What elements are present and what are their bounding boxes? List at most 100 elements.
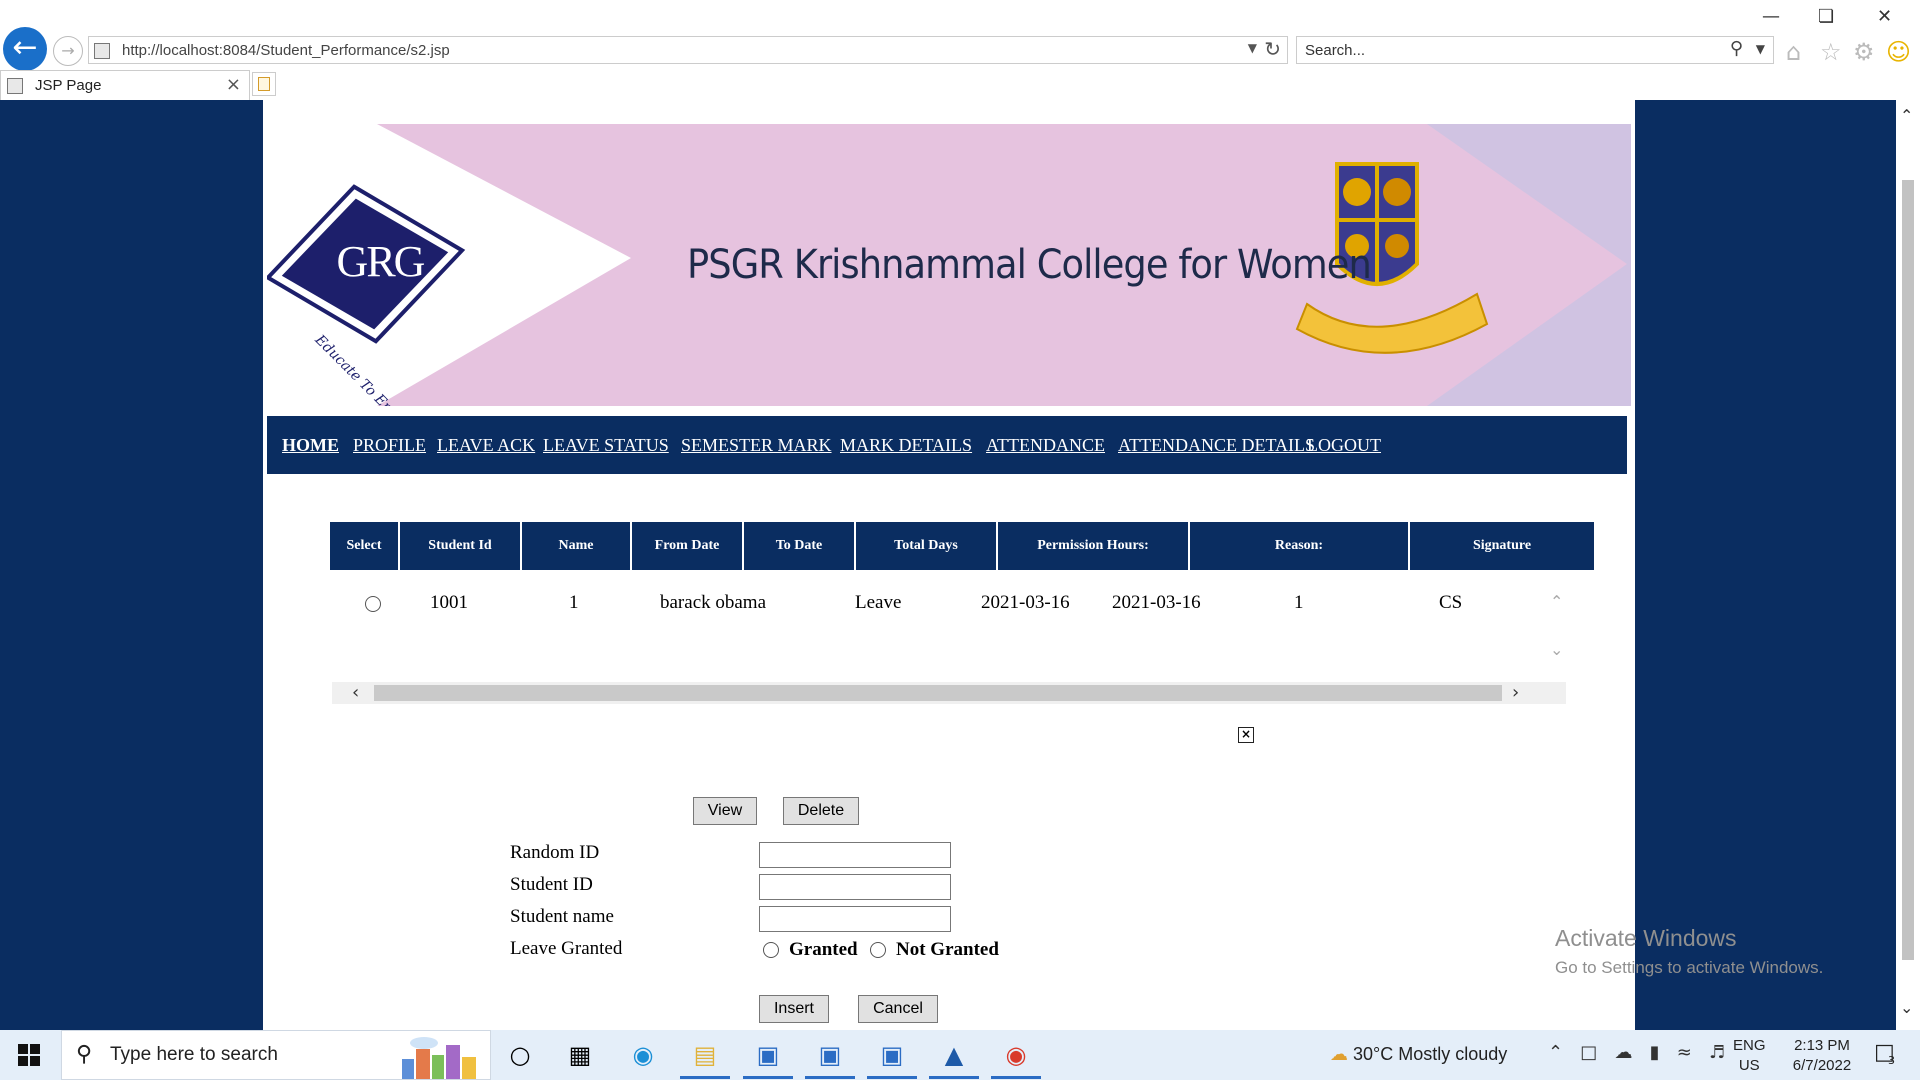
college-banner: GRG Educate To Empower PSGR Krishnammal … [267, 124, 1631, 406]
search-placeholder: Search... [1305, 42, 1366, 59]
cloud-icon: ☁ [1330, 1044, 1348, 1065]
active-app-indicator [805, 1076, 855, 1079]
chevron-down-icon[interactable]: ▼ [1756, 42, 1765, 56]
table-header-select: Select [330, 522, 398, 570]
weather-text: 30°C Mostly cloudy [1353, 1044, 1508, 1064]
scroll-up-icon[interactable]: ⌃ [1550, 592, 1563, 611]
region-code: US [1738, 1057, 1760, 1074]
back-arrow-icon[interactable]: ← [3, 27, 47, 71]
taskbar-clock[interactable]: 2:13 PM 6/7/2022 [1780, 1036, 1864, 1076]
table-cell: Leave [855, 592, 902, 613]
nav-logout[interactable]: LOGOUT [1307, 435, 1381, 456]
edge-icon[interactable]: ◉ [626, 1038, 660, 1072]
table-header-signature: Signature [1410, 522, 1594, 570]
new-tab-icon [258, 77, 270, 91]
page-scrollbar[interactable]: ⌃ ⌄ [1896, 100, 1920, 1030]
nav-mark-details[interactable]: MARK DETAILS [840, 435, 972, 456]
scroll-up-icon[interactable]: ⌃ [1900, 106, 1913, 125]
address-bar[interactable]: http://localhost:8084/Student_Performanc… [88, 36, 1288, 64]
chevron-up-icon[interactable]: ⌃ [1548, 1042, 1563, 1063]
home-icon[interactable]: ⌂ [1786, 38, 1801, 66]
delete-button[interactable]: Delete [783, 797, 859, 825]
system-tray: ⌃ □ ☁ ▮ ≈ ♬ [1548, 1042, 1725, 1063]
nav-home[interactable]: HOME [282, 435, 339, 456]
restore-icon[interactable]: ❏ [1818, 6, 1834, 27]
table-horizontal-scrollbar[interactable]: ‹ › [332, 682, 1566, 704]
refresh-icon[interactable]: ↻ [1264, 37, 1281, 61]
windows-start-icon[interactable] [18, 1044, 40, 1066]
chrome-icon[interactable]: ◉ [999, 1038, 1033, 1072]
random-id-input[interactable] [759, 842, 951, 868]
star-icon[interactable]: ☆ [1820, 38, 1842, 66]
nav-profile[interactable]: PROFILE [353, 435, 426, 456]
active-app-indicator [743, 1076, 793, 1079]
active-app-indicator [929, 1076, 979, 1079]
search-icon[interactable]: ⚲ [1730, 38, 1743, 59]
new-tab-button[interactable] [252, 72, 276, 96]
nav-attendance-details[interactable]: ATTENDANCE DETAILS [1118, 435, 1315, 456]
file-explorer-icon[interactable]: ▤ [688, 1038, 722, 1072]
search-highlight-icon [402, 1037, 476, 1079]
app-window-icon[interactable]: ▣ [875, 1038, 909, 1072]
scrollbar-thumb[interactable] [1902, 180, 1914, 960]
scroll-left-icon[interactable]: ‹ [352, 682, 359, 703]
battery-icon[interactable]: ▮ [1650, 1042, 1660, 1063]
forward-arrow-icon[interactable]: → [53, 36, 83, 66]
gear-icon[interactable]: ⚙ [1853, 38, 1875, 66]
granted-radio[interactable] [763, 942, 779, 958]
minimize-icon[interactable]: — [1762, 6, 1780, 27]
close-tab-icon[interactable]: × [226, 74, 241, 95]
url-text[interactable]: http://localhost:8084/Student_Performanc… [122, 42, 450, 59]
scroll-down-icon[interactable]: ⌄ [1900, 998, 1913, 1017]
weather-widget[interactable]: ☁ 30°C Mostly cloudy [1330, 1044, 1507, 1065]
nav-attendance[interactable]: ATTENDANCE [986, 435, 1105, 456]
app-window-icon[interactable]: ▣ [813, 1038, 847, 1072]
table-header-to-date: To Date [744, 522, 854, 570]
not-granted-radio[interactable] [870, 942, 886, 958]
view-button[interactable]: View [693, 797, 757, 825]
onedrive-icon[interactable]: ☁ [1614, 1042, 1632, 1063]
scroll-down-icon[interactable]: ⌄ [1550, 640, 1563, 659]
tab-jsp-page[interactable]: JSP Page × [0, 70, 250, 100]
close-window-icon[interactable]: ✕ [1877, 6, 1892, 27]
taskbar-search-box[interactable]: ⚲ Type here to search [61, 1030, 491, 1080]
cortana-icon[interactable]: ○ [503, 1038, 537, 1072]
student-name-label: Student name [510, 906, 614, 927]
wifi-icon[interactable]: ≈ [1677, 1042, 1692, 1063]
app-window-icon[interactable]: ▣ [751, 1038, 785, 1072]
chevron-down-icon[interactable]: ▼ [1248, 41, 1257, 55]
active-app-indicator [867, 1076, 917, 1079]
table-header-total-days: Total Days [856, 522, 996, 570]
language-indicator[interactable]: ENG US [1733, 1036, 1766, 1076]
insert-button[interactable]: Insert [759, 995, 829, 1023]
table-cell: CS [1439, 592, 1463, 613]
clock-time: 2:13 PM [1794, 1037, 1850, 1054]
active-app-indicator [991, 1076, 1041, 1079]
page-content: GRG Educate To Empower PSGR Krishnammal … [263, 100, 1635, 1030]
nav-leave-status[interactable]: LEAVE STATUS [543, 435, 669, 456]
task-view-icon[interactable]: ▦ [563, 1038, 597, 1072]
table-header-reason: Reason: [1190, 522, 1408, 570]
tab-title: JSP Page [35, 77, 102, 94]
notification-count: 3 [1888, 1054, 1895, 1067]
cancel-button[interactable]: Cancel [858, 995, 938, 1023]
student-name-input[interactable] [759, 906, 951, 932]
scroll-right-icon[interactable]: › [1512, 682, 1519, 703]
speaker-icon[interactable]: ♬ [1709, 1042, 1725, 1063]
table-cell: 1001 [430, 592, 468, 613]
taskbar-search-placeholder: Type here to search [110, 1044, 278, 1065]
student-id-input[interactable] [759, 874, 951, 900]
notification-icon[interactable]: □ 3 [1874, 1040, 1895, 1067]
table-cell: 1 [1294, 592, 1304, 613]
meet-now-icon[interactable]: □ [1580, 1042, 1597, 1063]
scrollbar-thumb[interactable] [374, 685, 1502, 701]
smiley-icon[interactable]: ☺ [1886, 38, 1911, 66]
nav-leave-ack[interactable]: LEAVE ACK [437, 435, 535, 456]
table-header-from-date: From Date [632, 522, 742, 570]
photos-icon[interactable]: ▲ [937, 1038, 971, 1072]
leave-granted-label: Leave Granted [510, 938, 623, 959]
row-select-radio[interactable] [365, 596, 381, 612]
browser-search-input[interactable]: Search... ⚲ ▼ [1296, 36, 1774, 64]
active-app-indicator [680, 1076, 730, 1079]
nav-semester-mark[interactable]: SEMESTER MARK [681, 435, 832, 456]
